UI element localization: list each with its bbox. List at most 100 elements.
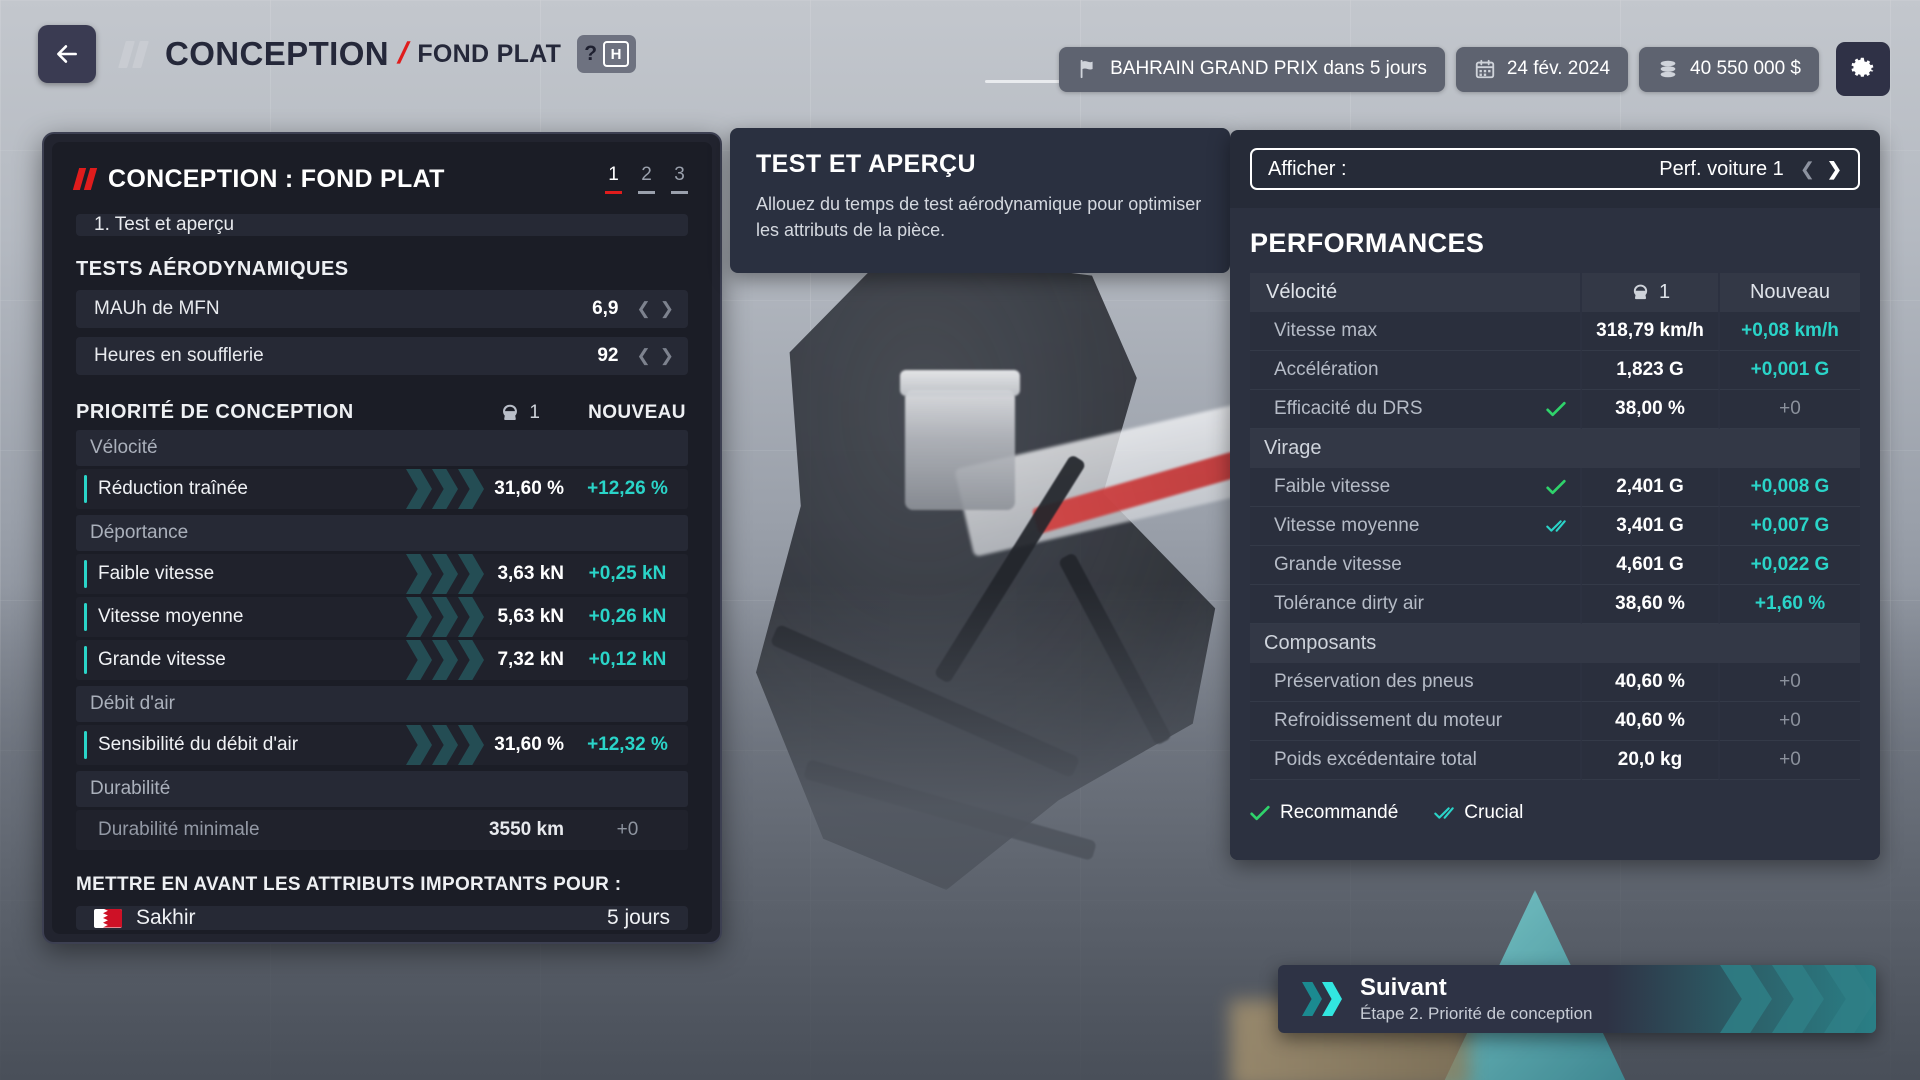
info-panel: TEST ET APERÇU Allouez du temps de test … bbox=[730, 128, 1230, 273]
priority-attribute-row[interactable]: Vitesse moyenne 5,63 kN +0,26 kN bbox=[76, 597, 688, 637]
performance-row-name: Efficacité du DRS bbox=[1250, 390, 1582, 429]
display-selector[interactable]: Afficher : Perf. voiture 1 ❮ ❯ bbox=[1250, 148, 1860, 190]
track-row[interactable]: Sakhir 5 jours bbox=[76, 906, 688, 930]
display-selector-label: Afficher : bbox=[1268, 157, 1347, 180]
arrow-left-icon bbox=[57, 45, 77, 63]
priority-attribute-row[interactable]: Sensibilité du débit d'air 31,60 % +12,32 … bbox=[76, 725, 688, 765]
performance-row-value: 2,401 G bbox=[1582, 468, 1720, 507]
performance-row-delta: +0,08 km/h bbox=[1720, 312, 1860, 351]
performance-table-header: Vélocité 1 Nouveau bbox=[1250, 273, 1860, 312]
flag-icon bbox=[1080, 59, 1093, 79]
page-title: CONCEPTION bbox=[165, 35, 390, 72]
info-panel-title: TEST ET APERÇU bbox=[756, 150, 976, 178]
performance-row-name: Refroidissement du moteur bbox=[1250, 702, 1582, 741]
chevron-left-icon[interactable]: ❮ bbox=[1800, 159, 1815, 180]
display-selector-nav: ❮ ❯ bbox=[1800, 159, 1842, 180]
top-bar: CONCEPTION / FOND PLAT ? H BAHRAIN GRAND… bbox=[0, 0, 1920, 108]
performance-row-name: Vitesse max bbox=[1250, 312, 1582, 351]
back-button[interactable] bbox=[38, 25, 96, 83]
priority-attribute-row[interactable]: Réduction traînée 31,60 % +12,26 % bbox=[76, 469, 688, 509]
race-chip[interactable]: BAHRAIN GRAND PRIX dans 5 jours bbox=[1059, 46, 1445, 92]
page-subtitle: FOND PLAT bbox=[417, 39, 562, 68]
performance-row-value: 40,60 % bbox=[1582, 702, 1720, 741]
priority-attribute-delta: +0,26 kN bbox=[588, 606, 667, 627]
date-chip[interactable]: 24 fév. 2024 bbox=[1455, 46, 1629, 92]
priority-group-header: Vélocité bbox=[76, 430, 688, 466]
column-header-current: 1 bbox=[1582, 273, 1720, 312]
aero-test-value: 6,9 bbox=[592, 298, 619, 319]
decrement-icon[interactable]: ❮ bbox=[637, 299, 651, 319]
next-button-subtitle: Étape 2. Priorité de conception bbox=[1360, 1004, 1593, 1023]
double-check-crucial-icon bbox=[1434, 807, 1455, 819]
performance-row-value: 4,601 G bbox=[1582, 546, 1720, 585]
aero-stepper: ❮ ❯ bbox=[637, 346, 675, 366]
helmet-icon bbox=[1633, 284, 1648, 300]
design-priority-list: Vélocité Réduction traînée 31,60 % +12,26 %… bbox=[76, 424, 688, 850]
performance-row-name: Faible vitesse bbox=[1250, 468, 1582, 507]
performance-row-value: 1,823 G bbox=[1582, 351, 1720, 390]
performance-row-value: 38,60 % bbox=[1582, 585, 1720, 624]
priority-attribute-row[interactable]: Durabilité minimale 3550 km +0 bbox=[76, 810, 688, 850]
background-cylinder bbox=[905, 390, 1015, 510]
check-recommended-icon bbox=[1546, 401, 1566, 417]
decrement-icon[interactable]: ❮ bbox=[637, 346, 651, 366]
performance-row: Accélération 1,823 G +0,001 G bbox=[1250, 351, 1860, 390]
race-chip-label: BAHRAIN GRAND PRIX dans 5 jours bbox=[1110, 58, 1427, 79]
priority-attribute-name: Durabilité minimale bbox=[98, 819, 260, 840]
help-button[interactable]: ? H bbox=[577, 35, 637, 73]
priority-attribute-value: 7,32 kN bbox=[497, 649, 564, 670]
priority-attribute-delta: +0,25 kN bbox=[588, 563, 667, 584]
performance-row-delta: +0,001 G bbox=[1720, 351, 1860, 390]
legend-crucial-label: Crucial bbox=[1464, 802, 1524, 823]
design-priority-title: PRIORITÉ DE CONCEPTION bbox=[76, 401, 354, 423]
performance-row-name: Vitesse moyenne bbox=[1250, 507, 1582, 546]
helmet-count: 1 bbox=[529, 401, 540, 423]
priority-attribute-name: Réduction traînée bbox=[98, 478, 248, 499]
red-slashes-icon bbox=[72, 168, 98, 190]
aero-test-label: Heures en soufflerie bbox=[94, 345, 264, 366]
money-chip[interactable]: 40 550 000 $ bbox=[1639, 46, 1819, 92]
performance-row-name: Grande vitesse bbox=[1250, 546, 1582, 585]
priority-attribute-delta: +12,26 % bbox=[587, 478, 668, 499]
performance-row-name: Tolérance dirty air bbox=[1250, 585, 1582, 624]
settings-button[interactable] bbox=[1836, 42, 1890, 96]
priority-bar-chevrons bbox=[406, 640, 484, 680]
aero-test-row[interactable]: Heures en soufflerie 92 ❮ ❯ bbox=[76, 337, 688, 375]
priority-attribute-value: 5,63 kN bbox=[497, 606, 564, 627]
performance-row-name: Préservation des pneus bbox=[1250, 663, 1582, 702]
next-step-button[interactable]: Suivant Étape 2. Priorité de conception bbox=[1278, 965, 1876, 1033]
priority-attribute-row[interactable]: Faible vitesse 3,63 kN +0,25 kN bbox=[76, 554, 688, 594]
track-name: Sakhir bbox=[136, 906, 196, 929]
priority-attribute-name: Vitesse moyenne bbox=[98, 606, 244, 627]
priority-attribute-delta: +12,32 % bbox=[587, 734, 668, 755]
helmet-icon bbox=[503, 404, 518, 420]
step-2[interactable]: 2 bbox=[638, 164, 655, 194]
step-1[interactable]: 1 bbox=[605, 164, 622, 194]
performance-row-delta: +0 bbox=[1720, 741, 1860, 780]
title-separator: / bbox=[394, 37, 413, 70]
track-days: 5 jours bbox=[606, 906, 670, 929]
performance-row: Tolérance dirty air 38,60 % +1,60 % bbox=[1250, 585, 1860, 624]
increment-icon[interactable]: ❯ bbox=[660, 346, 674, 366]
date-chip-label: 24 fév. 2024 bbox=[1506, 58, 1611, 79]
priority-attribute-delta: +0,12 kN bbox=[588, 649, 667, 670]
performance-row-name: Poids excédentaire total bbox=[1250, 741, 1582, 780]
highlight-title: METTRE EN AVANT LES ATTRIBUTS IMPORTANTS… bbox=[76, 874, 622, 895]
aero-test-row[interactable]: MAUh de MFN 6,9 ❮ ❯ bbox=[76, 290, 688, 328]
step-3[interactable]: 3 bbox=[671, 164, 688, 194]
priority-bar-chevrons bbox=[406, 597, 484, 637]
coins-icon bbox=[1660, 60, 1676, 78]
priority-attribute-value: 31,60 % bbox=[494, 734, 564, 755]
calendar-icon bbox=[1475, 59, 1495, 79]
new-column-header: NOUVEAU bbox=[588, 401, 686, 423]
increment-icon[interactable]: ❯ bbox=[660, 299, 674, 319]
performance-group-label: Composants bbox=[1250, 624, 1860, 663]
priority-attribute-delta: +0 bbox=[616, 819, 639, 840]
performance-row-delta: +0,022 G bbox=[1720, 546, 1860, 585]
priority-attribute-name: Grande vitesse bbox=[98, 649, 226, 670]
bahrain-flag-icon bbox=[94, 908, 122, 928]
priority-attribute-row[interactable]: Grande vitesse 7,32 kN +0,12 kN bbox=[76, 640, 688, 680]
priority-group-header: Durabilité bbox=[76, 771, 688, 807]
current-stage-label: 1. Test et aperçu bbox=[94, 214, 235, 235]
chevron-right-icon[interactable]: ❯ bbox=[1827, 159, 1842, 180]
